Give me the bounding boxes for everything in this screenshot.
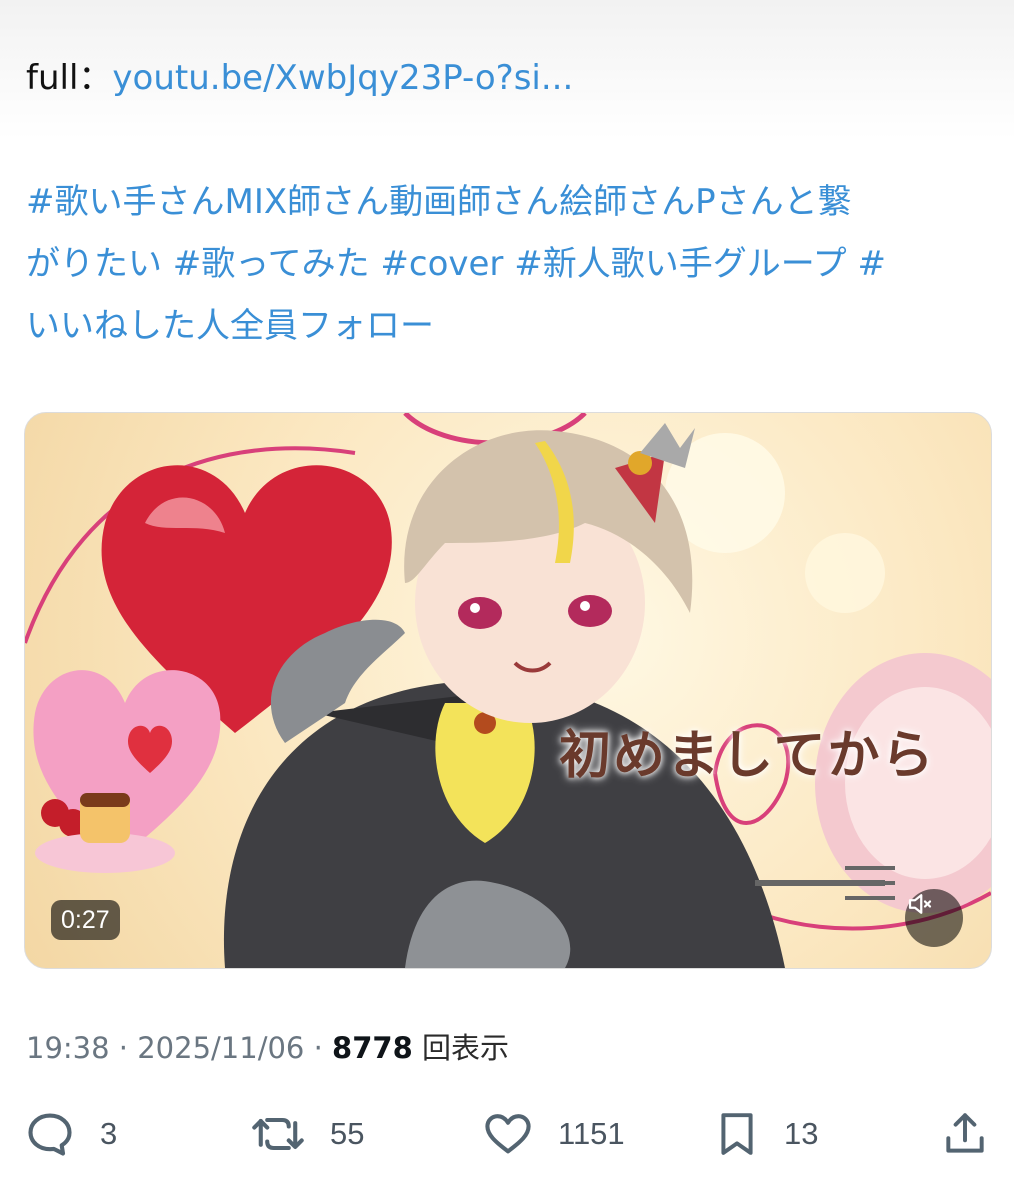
share-icon — [946, 1113, 984, 1153]
youtube-link[interactable]: youtu.be/XwbJqy23P-o?si... — [112, 58, 573, 98]
tweet-text-line-1: full：youtu.be/XwbJqy23P-o?si... — [26, 54, 573, 102]
video-duration: 0:27 — [51, 900, 120, 940]
like-count: 1151 — [558, 1116, 625, 1151]
reply-button[interactable]: 3 — [24, 1104, 117, 1164]
action-bar: 3 55 1151 13 — [0, 1104, 1014, 1164]
retweet-count: 55 — [330, 1116, 365, 1151]
bookmark-button[interactable]: 13 — [714, 1104, 818, 1164]
tweet-date: 2025/11/06 — [137, 1031, 305, 1065]
tweet-time: 19:38 — [26, 1031, 110, 1065]
bookmark-count: 13 — [784, 1116, 819, 1151]
hashtags-line-1[interactable]: #歌い手さんMIX師さん動画師さん絵師さんPさんと繋 — [26, 178, 852, 226]
hashtags-line-2[interactable]: がりたい #歌ってみた #cover #新人歌い手グループ # — [26, 240, 886, 288]
meta-separator: · — [109, 1031, 138, 1065]
meta-separator: · — [304, 1031, 333, 1065]
full-prefix: full： — [26, 58, 113, 98]
bookmark-icon — [721, 1113, 753, 1155]
heart-icon — [485, 1114, 531, 1154]
video-artwork — [25, 413, 991, 968]
reply-count: 3 — [100, 1116, 118, 1151]
mute-button[interactable] — [905, 889, 963, 947]
share-button[interactable] — [940, 1104, 990, 1164]
reply-icon — [28, 1113, 72, 1156]
like-button[interactable]: 1151 — [482, 1104, 625, 1164]
speaker-muted-icon — [908, 894, 932, 914]
hashtags-line-3[interactable]: いいねした人全員フォロー — [26, 302, 434, 350]
retweet-button[interactable]: 55 — [250, 1104, 364, 1164]
retweet-icon — [252, 1117, 304, 1151]
video-overlay-title: 初めましてから — [559, 725, 936, 786]
view-count[interactable]: 8778 — [332, 1031, 413, 1065]
tweet-metadata: 19:38 · 2025/11/06 · 8778 回表示 — [26, 1026, 509, 1070]
view-count-label: 回表示 — [412, 1031, 509, 1065]
video-thumbnail[interactable]: 初めましてから 0:27 — [24, 412, 992, 969]
